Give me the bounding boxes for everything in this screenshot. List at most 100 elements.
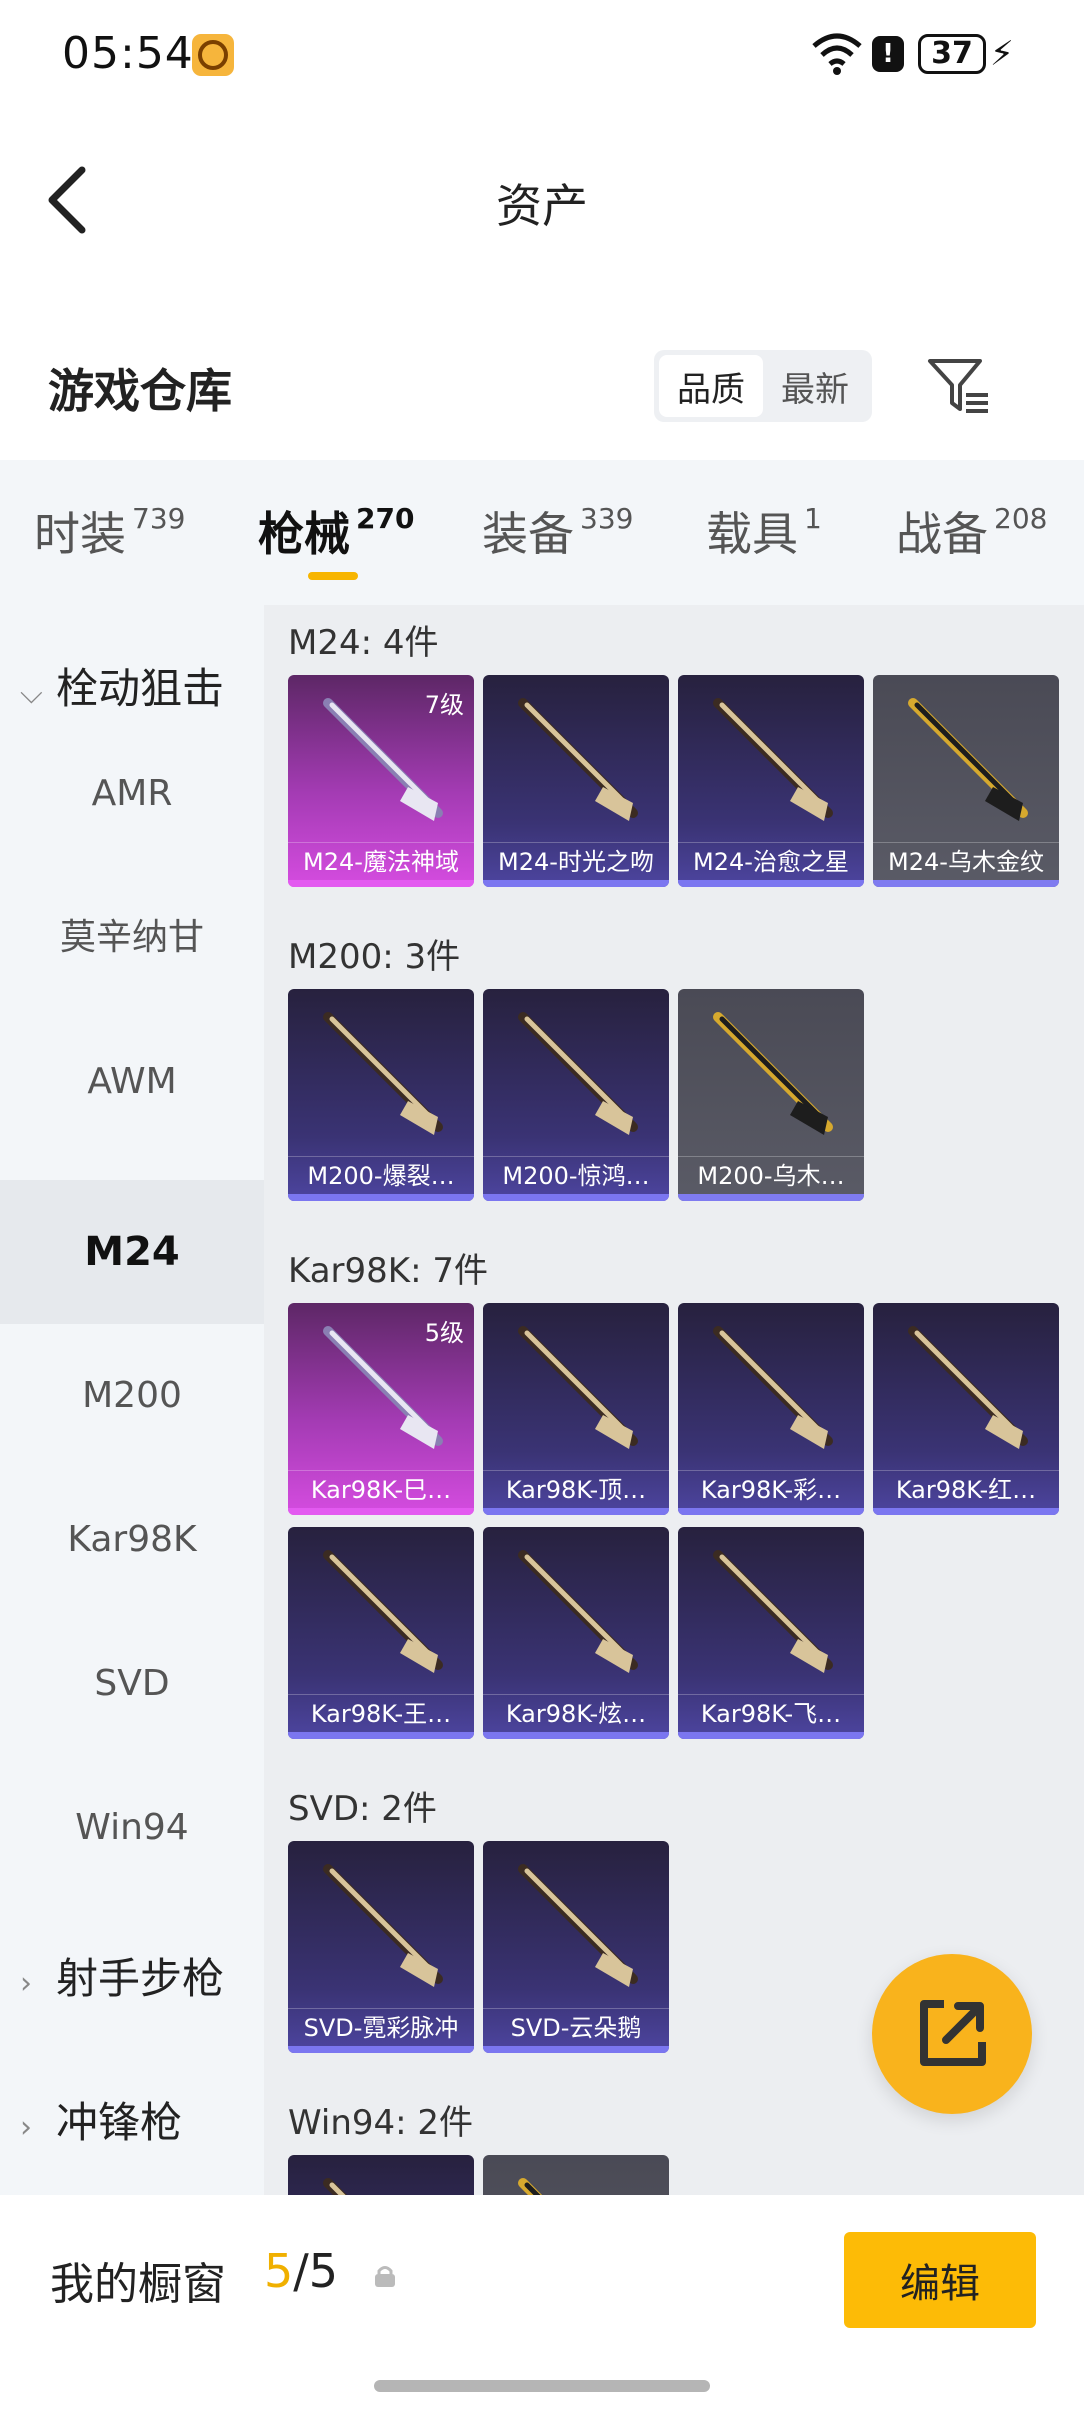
charging-icon: ⚡ bbox=[990, 34, 1014, 74]
weapon-card[interactable]: M24-治愈之星 bbox=[678, 675, 864, 887]
rarity-bar bbox=[483, 1732, 669, 1739]
filter-icon[interactable] bbox=[926, 355, 992, 415]
rifle-icon bbox=[713, 1550, 833, 1673]
rifle-icon bbox=[713, 698, 833, 821]
weapon-card[interactable]: Kar98K-飞… bbox=[678, 1527, 864, 1739]
weapon-name: M24-乌木金纹 bbox=[873, 842, 1059, 880]
weapon-name: M24-魔法神域 bbox=[288, 842, 474, 880]
weapon-level: 5级 bbox=[424, 1319, 464, 1347]
sidebar-group-smg[interactable]: › 冲锋枪 bbox=[20, 2089, 182, 2150]
weapon-level: 7级 bbox=[424, 691, 464, 719]
rifle-icon bbox=[323, 1550, 443, 1673]
section-title: SVD: 2件 bbox=[288, 1789, 437, 1829]
sidebar-item-awm[interactable]: AWM bbox=[0, 1010, 264, 1154]
sidebar-group-label: 射手步枪 bbox=[56, 1954, 225, 2003]
tab-count: 270 bbox=[356, 502, 415, 535]
tab-count: 739 bbox=[132, 502, 186, 535]
tab-label: 载具 bbox=[706, 507, 798, 561]
weapon-card[interactable] bbox=[288, 2155, 474, 2195]
weapon-card[interactable]: M200-乌木… bbox=[678, 989, 864, 1201]
tab-label: 时装 bbox=[34, 507, 126, 561]
sidebar-item-m200[interactable]: M200 bbox=[0, 1324, 264, 1468]
rarity-bar bbox=[288, 1508, 474, 1515]
weapon-card[interactable]: Kar98K-王… bbox=[288, 1527, 474, 1739]
rifle-icon bbox=[323, 2178, 348, 2195]
tab-count: 339 bbox=[580, 502, 634, 535]
sort-quality[interactable]: 品质 bbox=[659, 355, 763, 417]
weapon-name: Kar98K-王… bbox=[288, 1694, 474, 1732]
rifle-icon bbox=[518, 1326, 638, 1449]
sidebar-item-kar98k[interactable]: Kar98K bbox=[0, 1468, 264, 1612]
tab-count: 1 bbox=[804, 502, 822, 535]
rifle-icon bbox=[323, 1864, 443, 1987]
showcase-total: /5 bbox=[293, 2244, 339, 2298]
sort-toggle: 品质 最新 bbox=[654, 350, 872, 422]
page-title: 资产 bbox=[496, 179, 588, 233]
tab-firearms[interactable]: 枪械 270 bbox=[258, 498, 414, 564]
category-tabs: 时装 739 枪械 270 装备 339 载具 1 战备 208 bbox=[0, 460, 1084, 605]
rarity-bar bbox=[483, 1508, 669, 1515]
weapon-name: Kar98K-顶… bbox=[483, 1470, 669, 1508]
warehouse-title: 游戏仓库 bbox=[48, 364, 232, 418]
sidebar-item-mosin[interactable]: 莫辛纳甘 bbox=[0, 866, 264, 1010]
weapon-card[interactable]: M200-爆裂… bbox=[288, 989, 474, 1201]
section-title: Kar98K: 7件 bbox=[288, 1251, 488, 1291]
weapon-card[interactable]: Kar98K-顶… bbox=[483, 1303, 669, 1515]
battery-icon: 37 bbox=[918, 34, 986, 74]
weapon-name: Kar98K-巳… bbox=[288, 1470, 474, 1508]
rarity-bar bbox=[483, 880, 669, 887]
weapon-card[interactable]: SVD-云朵鹅 bbox=[483, 1841, 669, 2053]
weapon-card[interactable]: M200-惊鸿… bbox=[483, 989, 669, 1201]
home-indicator[interactable] bbox=[374, 2380, 710, 2392]
sort-newest[interactable]: 最新 bbox=[763, 355, 867, 417]
weapon-card[interactable]: 7级 M24-魔法神域 bbox=[288, 675, 474, 887]
rifle-icon bbox=[518, 2178, 543, 2195]
sidebar-item-svd[interactable]: SVD bbox=[0, 1612, 264, 1756]
showcase-label: 我的橱窗 bbox=[50, 2259, 226, 2310]
weapon-card[interactable]: Kar98K-红… bbox=[873, 1303, 1059, 1515]
sidebar-group-label: 栓动狙击 bbox=[56, 664, 225, 713]
showcase-current: 5 bbox=[264, 2244, 294, 2298]
edit-button[interactable]: 编辑 bbox=[844, 2232, 1036, 2328]
weapon-name: M24-治愈之星 bbox=[678, 842, 864, 880]
weapon-card[interactable]: SVD-霓彩脉冲 bbox=[288, 1841, 474, 2053]
rarity-bar bbox=[288, 1194, 474, 1201]
active-tab-indicator bbox=[308, 572, 358, 580]
share-button[interactable] bbox=[872, 1954, 1032, 2114]
tab-equipment[interactable]: 装备 339 bbox=[482, 498, 633, 564]
chevron-right-icon: › bbox=[20, 2110, 32, 2145]
tab-vehicles[interactable]: 载具 1 bbox=[706, 498, 822, 564]
chevron-right-icon: › bbox=[20, 1966, 32, 2001]
rarity-bar bbox=[288, 2046, 474, 2053]
chevron-down-icon: ⌵ bbox=[20, 676, 43, 711]
rifle-icon bbox=[323, 1012, 443, 1135]
rarity-bar bbox=[483, 1194, 669, 1201]
weapon-name: Kar98K-炫… bbox=[483, 1694, 669, 1732]
weapon-card[interactable]: M24-乌木金纹 bbox=[873, 675, 1059, 887]
sidebar-item-amr[interactable]: AMR bbox=[0, 722, 264, 866]
weapon-card[interactable]: M24-时光之吻 bbox=[483, 675, 669, 887]
weapon-card[interactable]: Kar98K-彩… bbox=[678, 1303, 864, 1515]
rifle-icon bbox=[518, 1550, 638, 1673]
weapon-card[interactable] bbox=[483, 2155, 669, 2195]
section-title: M24: 4件 bbox=[288, 623, 439, 663]
rarity-bar bbox=[288, 880, 474, 887]
sidebar-group-marksman[interactable]: › 射手步枪 bbox=[20, 1945, 224, 2006]
tab-fashion[interactable]: 时装 739 bbox=[34, 498, 185, 564]
weapon-name: Kar98K-飞… bbox=[678, 1694, 864, 1732]
share-icon bbox=[920, 2000, 986, 2066]
rarity-bar bbox=[678, 1732, 864, 1739]
weapon-card[interactable]: Kar98K-炫… bbox=[483, 1527, 669, 1739]
weapon-type-sidebar: ⌵ 栓动狙击 AMR 莫辛纳甘 AWM M24 M200 Kar98K SVD W… bbox=[0, 605, 264, 2195]
status-time: 05:54 bbox=[62, 28, 194, 79]
sidebar-item-m24[interactable]: M24 bbox=[0, 1180, 264, 1324]
sidebar-item-win94[interactable]: Win94 bbox=[0, 1756, 264, 1900]
tab-label: 战备 bbox=[896, 507, 988, 561]
rarity-bar bbox=[288, 1732, 474, 1739]
showcase-count: 5/5 bbox=[264, 2244, 338, 2298]
sidebar-group-bolt-action[interactable]: ⌵ 栓动狙击 bbox=[20, 655, 224, 716]
tab-supplies[interactable]: 战备 208 bbox=[896, 498, 1047, 564]
wifi-icon bbox=[812, 33, 862, 75]
weapon-card[interactable]: 5级 Kar98K-巳… bbox=[288, 1303, 474, 1515]
tab-count: 208 bbox=[994, 502, 1048, 535]
